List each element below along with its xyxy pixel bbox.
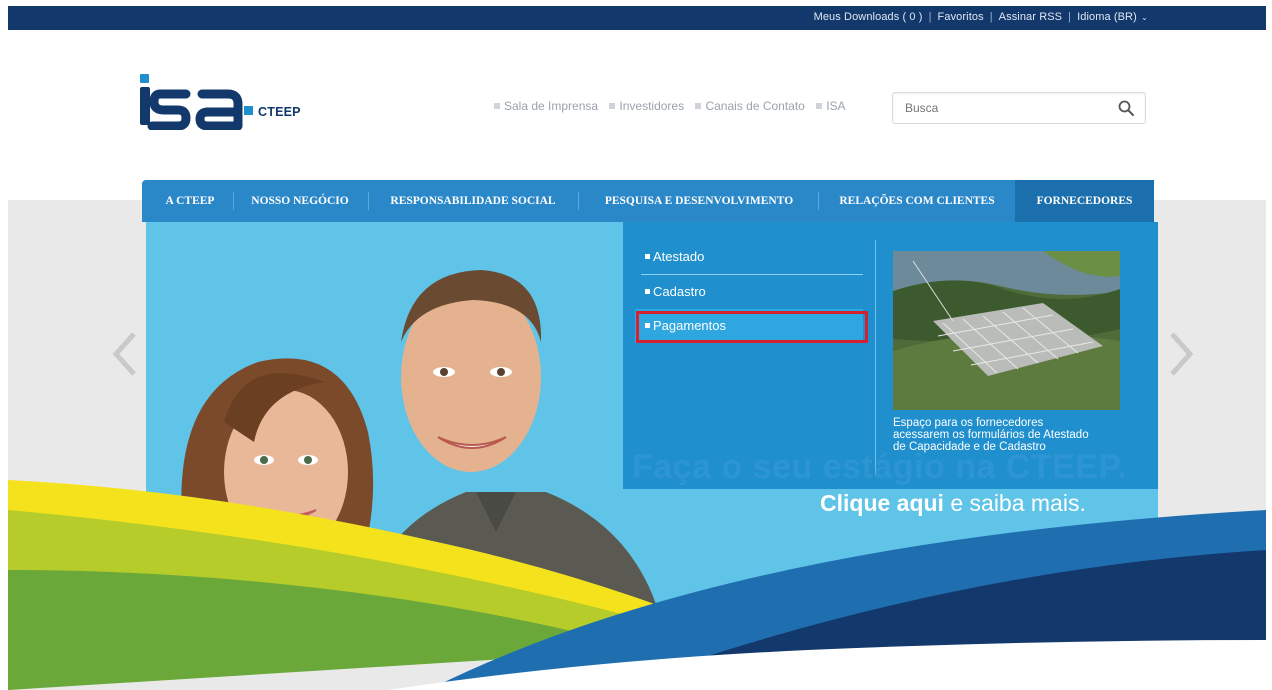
bullet-icon xyxy=(494,102,500,109)
nav-nosso-negocio[interactable]: NOSSO NEGÓCIO xyxy=(234,180,366,222)
nav-pesquisa-desenvolvimento[interactable]: PESQUISA E DESENVOLVIMENTO xyxy=(580,180,818,222)
isa-link[interactable]: ISA xyxy=(816,99,846,113)
top-utility-bar: Meus Downloads ( 0 ) | Favoritos | Assinar R… xyxy=(8,6,1266,30)
search-icon[interactable] xyxy=(1117,99,1135,117)
bullet-icon xyxy=(645,289,650,295)
decorative-waves xyxy=(8,480,1266,690)
search-box xyxy=(892,92,1146,124)
chevron-down-icon: ⌄ xyxy=(1138,13,1148,22)
top-links: Meus Downloads ( 0 ) | Favoritos | Assinar R… xyxy=(813,11,1148,23)
pagamentos-highlight-box xyxy=(636,311,868,343)
carousel-next-arrow[interactable] xyxy=(1166,330,1196,378)
nav-divider xyxy=(818,192,819,210)
logo-cteep-text: CTEEP xyxy=(258,105,301,119)
nav-fornecedores[interactable]: FORNECEDORES xyxy=(1015,180,1154,222)
assinar-rss-link[interactable]: Assinar RSS xyxy=(999,11,1062,23)
idioma-label: Idioma (BR) xyxy=(1077,11,1137,23)
canais-de-contato-link[interactable]: Canais de Contato xyxy=(695,99,805,113)
main-nav: A CTEEP NOSSO NEGÓCIO RESPONSABILIDADE S… xyxy=(142,180,1154,222)
bullet-icon xyxy=(645,254,650,260)
header-links: Sala de Imprensa Investidores Canais de … xyxy=(494,99,854,113)
dropdown-item-cadastro[interactable]: Cadastro xyxy=(635,275,863,309)
bullet-icon xyxy=(695,102,702,109)
substation-photo xyxy=(893,251,1120,410)
investidores-link[interactable]: Investidores xyxy=(609,99,684,113)
isa-logo[interactable] xyxy=(138,74,328,130)
nav-a-cteep[interactable]: A CTEEP xyxy=(150,180,230,222)
carousel-prev-arrow[interactable] xyxy=(110,330,140,378)
bullet-icon xyxy=(816,102,823,109)
favoritos-link[interactable]: Favoritos xyxy=(938,11,984,23)
dropdown-vertical-divider xyxy=(875,240,876,475)
nav-relacoes-clientes[interactable]: RELAÇÕES COM CLIENTES xyxy=(820,180,1014,222)
search-input[interactable] xyxy=(903,100,1107,116)
nav-responsabilidade-social[interactable]: RESPONSABILIDADE SOCIAL xyxy=(370,180,576,222)
dropdown-item-atestado[interactable]: Atestado xyxy=(635,240,863,274)
sala-de-imprensa-link[interactable]: Sala de Imprensa xyxy=(494,99,598,113)
bullet-icon xyxy=(609,102,616,109)
nav-divider xyxy=(578,192,579,210)
nav-divider xyxy=(368,192,369,210)
meus-downloads-link[interactable]: Meus Downloads ( 0 ) xyxy=(814,11,923,23)
idioma-link[interactable]: Idioma (BR) ⌄ xyxy=(1077,11,1148,23)
